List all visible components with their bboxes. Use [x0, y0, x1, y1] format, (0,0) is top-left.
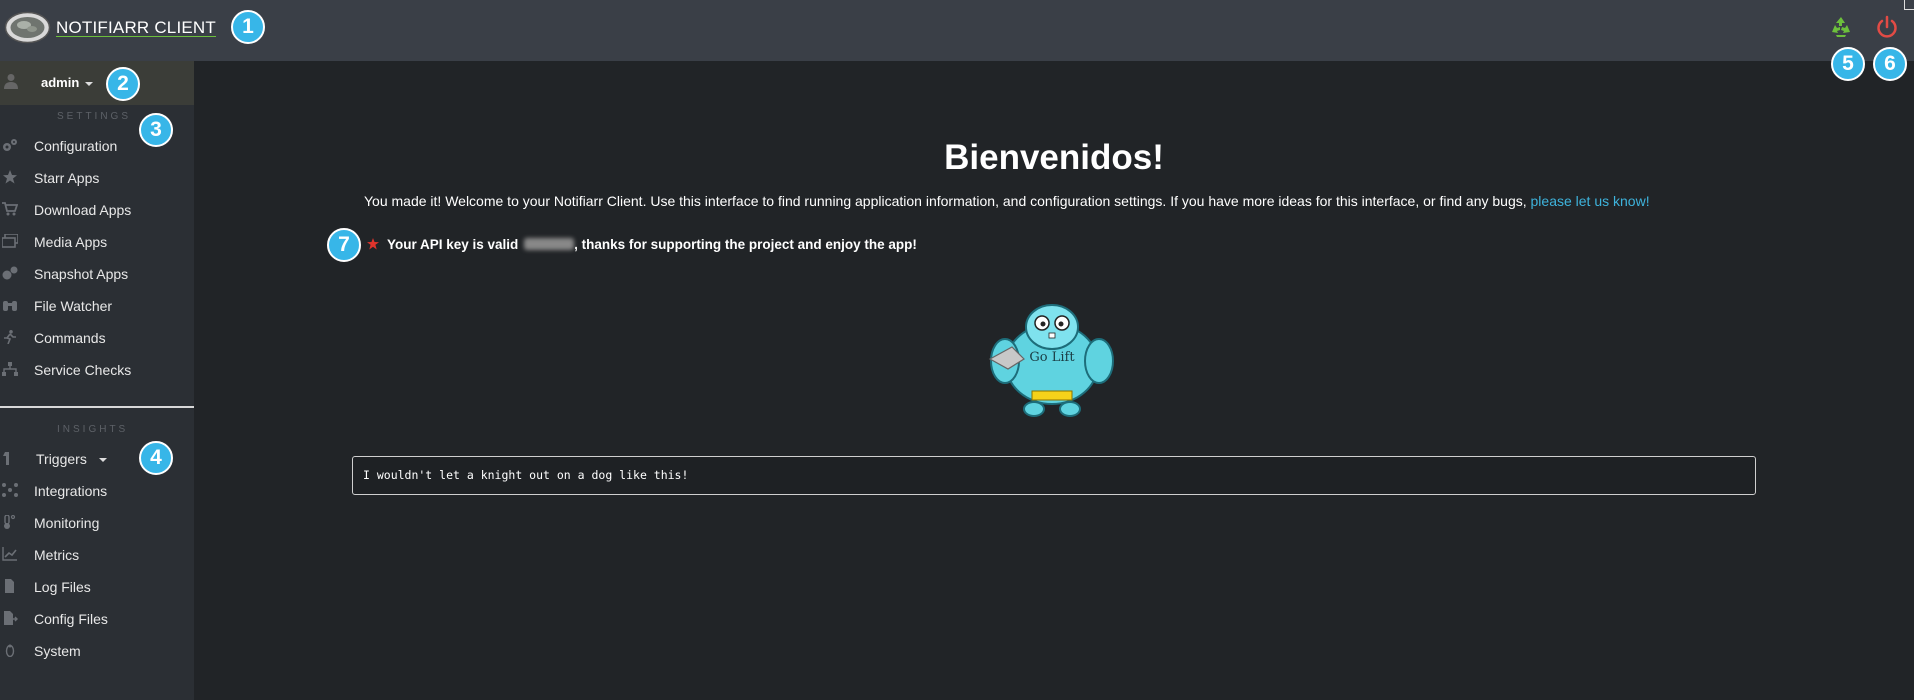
binoculars-icon [3, 301, 17, 311]
annotation-badge-1: 1 [231, 10, 265, 44]
top-navbar: NOTIFIARR CLIENT [0, 0, 1914, 61]
annotation-badge-4: 4 [139, 441, 173, 475]
power-icon[interactable] [1874, 14, 1900, 40]
quote-box: I wouldn't let a knight out on a dog lik… [352, 456, 1756, 495]
main-content: Bienvenidos! You made it! Welcome to you… [194, 61, 1914, 700]
sidebar-item-label: Log Files [34, 579, 91, 595]
sidebar-divider [0, 406, 194, 408]
welcome-title: Bienvenidos! [944, 138, 1164, 177]
sidebar-item-service-checks[interactable]: Service Checks [0, 353, 194, 385]
sidebar: admin SETTINGS Configuration Starr Apps … [0, 61, 194, 700]
sidebar-item-system[interactable]: System [0, 634, 194, 666]
sidebar-item-starr-apps[interactable]: Starr Apps [0, 161, 194, 193]
insights-section-title: INSIGHTS [57, 424, 129, 435]
sidebar-item-config-files[interactable]: Config Files [0, 602, 194, 634]
reload-icon[interactable] [1828, 14, 1854, 40]
chevron-down-icon [85, 81, 94, 86]
sidebar-item-label: Config Files [34, 611, 108, 627]
star-icon [3, 170, 17, 184]
annotation-badge-3: 3 [139, 113, 173, 147]
star-icon [367, 238, 379, 250]
gopher-mascot-image: Go Lift [988, 304, 1114, 417]
sitemap-icon [2, 362, 18, 376]
sidebar-item-log-files[interactable]: Log Files [0, 570, 194, 602]
sidebar-item-metrics[interactable]: Metrics [0, 538, 194, 570]
sidebar-item-label: Integrations [34, 483, 108, 499]
annotation-badge-5: 5 [1831, 47, 1865, 81]
sidebar-item-commands[interactable]: Commands [0, 321, 194, 353]
sidebar-item-label: Configuration [34, 138, 118, 154]
shirt-icon [3, 452, 9, 465]
annotation-badge-7: 7 [327, 228, 361, 262]
chevron-down-icon [98, 458, 107, 463]
sidebar-item-label: Service Checks [34, 362, 132, 378]
media-icon [2, 234, 18, 248]
feedback-link[interactable]: please let us know! [1531, 193, 1650, 209]
sidebar-item-label: Triggers [36, 451, 107, 467]
window-corner-mark [1904, 0, 1914, 10]
linux-icon [5, 644, 15, 657]
api-key-status: Your API key is valid , thanks for suppo… [367, 237, 917, 252]
intro-text: You made it! Welcome to your Notifiarr C… [364, 193, 1650, 209]
sidebar-item-label: Snapshot Apps [34, 266, 129, 282]
app-title[interactable]: NOTIFIARR CLIENT [56, 18, 216, 38]
sidebar-item-label: Metrics [34, 547, 80, 563]
sidebar-item-file-watcher[interactable]: File Watcher [0, 289, 194, 321]
brand-link[interactable]: NOTIFIARR CLIENT [4, 10, 216, 45]
user-name[interactable]: admin [41, 75, 94, 90]
sidebar-item-label: Monitoring [34, 515, 100, 531]
file-export-icon [4, 611, 18, 625]
sidebar-item-label: System [34, 643, 81, 659]
sidebar-item-label: Starr Apps [34, 170, 100, 186]
thermometer-icon [4, 515, 16, 529]
annotation-badge-6: 6 [1873, 47, 1907, 81]
sidebar-item-snapshot-apps[interactable]: Snapshot Apps [0, 257, 194, 289]
cart-icon [2, 202, 18, 216]
network-icon [2, 483, 18, 497]
chart-line-icon [2, 547, 17, 561]
sidebar-item-label: File Watcher [34, 298, 113, 314]
annotation-badge-2: 2 [106, 67, 140, 101]
sidebar-item-monitoring[interactable]: Monitoring [0, 506, 194, 538]
user-dropdown[interactable]: admin [0, 61, 194, 105]
gears-icon [3, 139, 17, 151]
sidebar-item-label: Media Apps [34, 234, 108, 250]
running-icon [4, 330, 16, 344]
sidebar-item-download-apps[interactable]: Download Apps [0, 193, 194, 225]
gopher-text: Go Lift [1029, 350, 1075, 365]
user-icon [4, 74, 18, 89]
snapshot-icon [2, 266, 18, 280]
quote-text: I wouldn't let a knight out on a dog lik… [363, 468, 689, 482]
sidebar-item-label: Commands [34, 330, 106, 346]
sidebar-item-integrations[interactable]: Integrations [0, 474, 194, 506]
sidebar-item-media-apps[interactable]: Media Apps [0, 225, 194, 257]
api-key-redacted [524, 238, 575, 250]
sidebar-item-label: Download Apps [34, 202, 132, 218]
file-icon [5, 579, 14, 593]
notifiarr-logo-icon [4, 11, 51, 44]
